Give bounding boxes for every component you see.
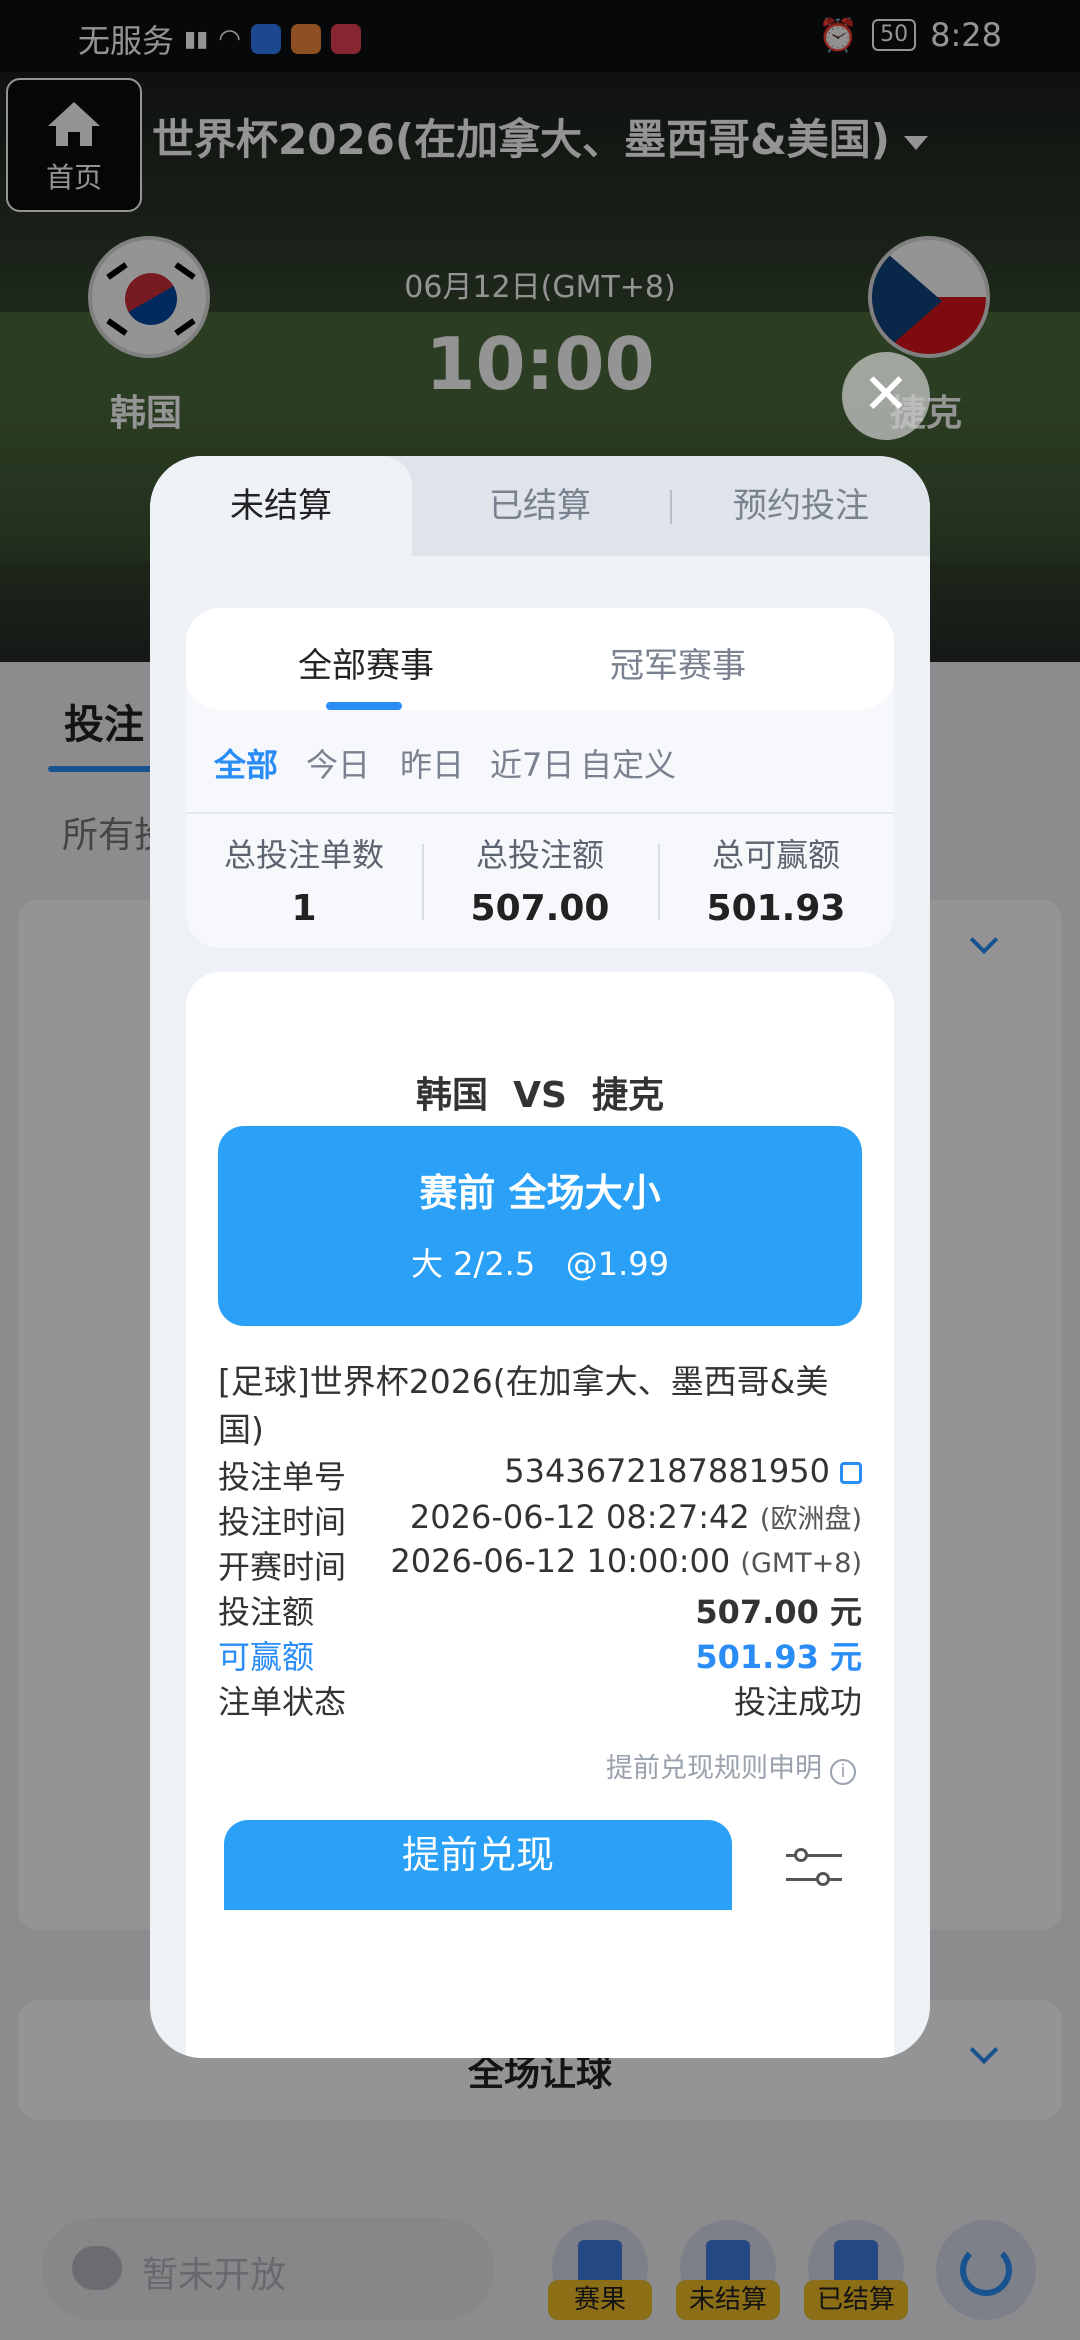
modal-tabs: 未结算 已结算 预约投注: [150, 456, 930, 556]
range-all[interactable]: 全部: [214, 740, 278, 786]
row-bet-id: 投注单号 5343672187881950: [218, 1452, 862, 1496]
timezone: (GMT+8): [740, 1548, 862, 1579]
bet-match-title: 韩国 VS 捷克: [416, 1075, 664, 1116]
close-icon: ✕: [862, 362, 910, 427]
bet-league: [足球]世界杯2026(在加拿大、墨西哥&美国): [218, 1362, 829, 1449]
row-potential-win: 可赢额 501.93 元: [218, 1632, 862, 1676]
tab-settled[interactable]: 已结算: [412, 456, 668, 556]
cashout-rules-link[interactable]: 提前兑现规则申明 i: [606, 1746, 856, 1785]
stat-total-stake: 总投注额 507.00: [422, 830, 658, 929]
range-custom[interactable]: 自定义: [580, 740, 676, 786]
bet-time-value: 2026-06-12 08:27:42: [409, 1498, 750, 1536]
row-label: 开赛时间: [218, 1548, 347, 1586]
divider: [186, 812, 894, 814]
stat-total-win: 总可赢额 501.93: [658, 830, 894, 929]
copy-icon[interactable]: [840, 1462, 862, 1484]
stat-label: 总可赢额: [711, 836, 840, 874]
kickoff-time-value: 2026-06-12 10:00:00: [390, 1542, 731, 1580]
stat-value: 501.93: [706, 888, 846, 929]
stat-total-count: 总投注单数 1: [186, 830, 422, 929]
range-yesterday[interactable]: 昨日: [400, 740, 464, 786]
stat-value: 1: [291, 888, 317, 929]
row-bet-status: 注单状态 投注成功: [218, 1677, 862, 1721]
tab-unsettled[interactable]: 未结算: [150, 456, 412, 556]
row-kickoff-time: 开赛时间 2026-06-12 10:00:00 (GMT+8): [218, 1542, 862, 1586]
stake-value: 507.00 元: [695, 1593, 862, 1631]
stat-value: 507.00: [470, 888, 610, 929]
row-label: 注单状态: [218, 1683, 347, 1721]
sub-tabs: 全部赛事 冠军赛事: [186, 608, 894, 710]
date-range-filter: 全部 今日 昨日 近7日 自定义: [186, 740, 894, 784]
odds-type: (欧洲盘): [759, 1504, 862, 1535]
stat-label: 总投注额: [475, 836, 604, 874]
bet-id-value: 5343672187881950: [504, 1452, 830, 1490]
close-button[interactable]: ✕: [842, 352, 930, 440]
summary-card: 全部赛事 冠军赛事 全部 今日 昨日 近7日 自定义 总投注单数 1 总投注额 …: [186, 608, 894, 948]
sub-tab-indicator: [326, 702, 402, 710]
potential-win-value: 501.93 元: [695, 1638, 862, 1676]
bet-pick: 大 2/2.5 @1.99: [411, 1245, 669, 1283]
bet-record-modal: 未结算 已结算 预约投注 全部赛事 冠军赛事 全部 今日 昨日 近7日 自定义 …: [150, 456, 930, 2058]
stat-label: 总投注单数: [223, 836, 384, 874]
row-label: 投注额: [218, 1593, 315, 1631]
row-stake: 投注额 507.00 元: [218, 1587, 862, 1631]
row-label: 投注时间: [218, 1503, 347, 1541]
tab-champion-events[interactable]: 冠军赛事: [610, 638, 746, 687]
cashout-button[interactable]: 提前兑现: [224, 1820, 732, 1910]
range-7-days[interactable]: 近7日: [490, 740, 574, 786]
row-label: 投注单号: [218, 1458, 347, 1496]
row-bet-time: 投注时间 2026-06-12 08:27:42 (欧洲盘): [218, 1497, 862, 1541]
tab-reserved-bets[interactable]: 预约投注: [672, 456, 930, 556]
bet-market: 赛前 全场大小: [419, 1171, 661, 1215]
bet-selection-banner: 赛前 全场大小 大 2/2.5 @1.99: [218, 1126, 862, 1326]
settings-slider-icon[interactable]: [786, 1848, 842, 1888]
range-today[interactable]: 今日: [306, 740, 370, 786]
bet-status-value: 投注成功: [733, 1683, 862, 1721]
info-icon: i: [830, 1759, 856, 1785]
tab-all-events[interactable]: 全部赛事: [298, 638, 434, 687]
rules-link-text: 提前兑现规则申明: [606, 1753, 822, 1784]
row-label: 可赢额: [218, 1638, 315, 1676]
bet-slip-card: 韩国 VS 捷克 赛前 全场大小 大 2/2.5 @1.99 [足球]世界杯20…: [186, 972, 894, 2058]
